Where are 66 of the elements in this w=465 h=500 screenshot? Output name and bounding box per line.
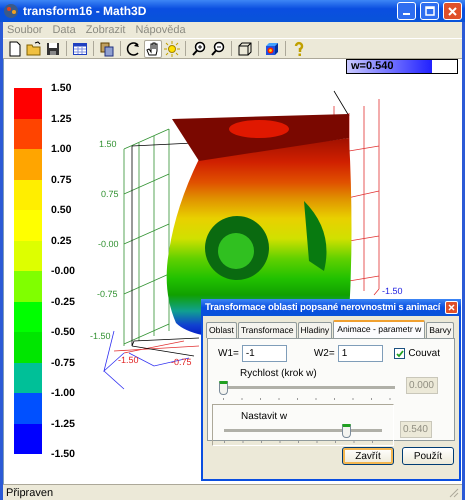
close-icon — [448, 6, 457, 16]
toolbar-button[interactable] — [98, 40, 116, 58]
maximize-button[interactable] — [420, 2, 439, 20]
axis-label: -0.75 — [97, 289, 118, 299]
legend-label: 0.50 — [51, 204, 72, 216]
save-icon — [45, 40, 61, 56]
close-icon — [448, 304, 455, 311]
cube-icon — [237, 40, 253, 56]
legend-label: 1.00 — [51, 143, 72, 155]
legend-label: 1.25 — [51, 112, 72, 124]
dialog-tab[interactable]: Barvy — [426, 322, 454, 338]
legend-label: -0.75 — [51, 356, 75, 368]
dialog-title: Transformace oblasti popsané nerovnostmi s animací — [205, 302, 442, 313]
zoom-in-icon — [191, 40, 207, 56]
light-icon — [164, 40, 180, 56]
dialog-tab[interactable]: Hladiny — [298, 322, 332, 338]
dialog-tab[interactable]: Animace - parametr w — [333, 320, 426, 338]
w1-label: W1= — [218, 348, 239, 359]
resize-grip-icon — [448, 487, 459, 498]
parameter-label: w=0.540 — [350, 60, 394, 72]
checkbox[interactable] — [394, 348, 406, 359]
axis-label: -0.00 — [98, 239, 119, 249]
colored-cube-icon — [264, 40, 280, 56]
toolbar-button[interactable] — [236, 40, 254, 58]
new-file-icon — [7, 40, 23, 56]
zoom-out-icon — [210, 40, 226, 56]
w1-field[interactable]: -1 — [242, 345, 287, 362]
close-button[interactable] — [443, 2, 462, 20]
legend-label: -0.25 — [51, 296, 75, 308]
copy-icon — [99, 40, 115, 56]
maximize-icon — [424, 6, 434, 16]
dialog-tab[interactable]: Oblast — [206, 322, 237, 338]
checkbox-label: Couvat — [408, 348, 440, 359]
axis-label: -1.50 — [90, 331, 111, 341]
dialog-close-button[interactable] — [445, 301, 458, 314]
legend-label: -1.50 — [51, 448, 75, 460]
check-icon — [395, 349, 404, 358]
legend-label: 0.25 — [51, 234, 72, 246]
axis-label: -1.50 — [382, 286, 403, 296]
legend-label: 1.50 — [51, 82, 72, 94]
legend-label: -0.50 — [51, 326, 75, 338]
folder-icon — [26, 40, 42, 56]
status-text: Připraven — [6, 486, 54, 498]
app-icon — [3, 3, 19, 19]
axis-label: -1.50 — [118, 355, 139, 365]
legend-label: -1.25 — [51, 418, 75, 430]
legend-label: -1.00 — [51, 387, 75, 399]
toolbar-button[interactable] — [144, 40, 162, 58]
window-title: transform16 - Math3D — [23, 4, 148, 18]
minimize-button[interactable] — [397, 2, 416, 20]
axis-label: 0.75 — [101, 189, 119, 199]
legend-label: 0.75 — [51, 174, 72, 186]
legend-label: -0.00 — [51, 265, 75, 277]
w2-label: W2= — [314, 348, 335, 359]
table-icon — [72, 40, 88, 56]
toolbar-button[interactable] — [209, 40, 227, 58]
w2-field[interactable]: 1 — [338, 345, 383, 362]
dialog-button[interactable]: Použít — [402, 447, 454, 465]
rotate-icon — [126, 40, 142, 56]
dialog-tab[interactable]: Transformace — [238, 322, 297, 338]
axis-label: -0.75 — [171, 357, 192, 367]
axis-label: 1.50 — [99, 139, 117, 149]
toolbar-button[interactable] — [190, 40, 208, 58]
dialog-button[interactable]: Zavřít — [342, 447, 394, 465]
slider-label: Rychlost (krok w) — [240, 368, 317, 379]
slider-label: Nastavit w — [241, 411, 288, 422]
